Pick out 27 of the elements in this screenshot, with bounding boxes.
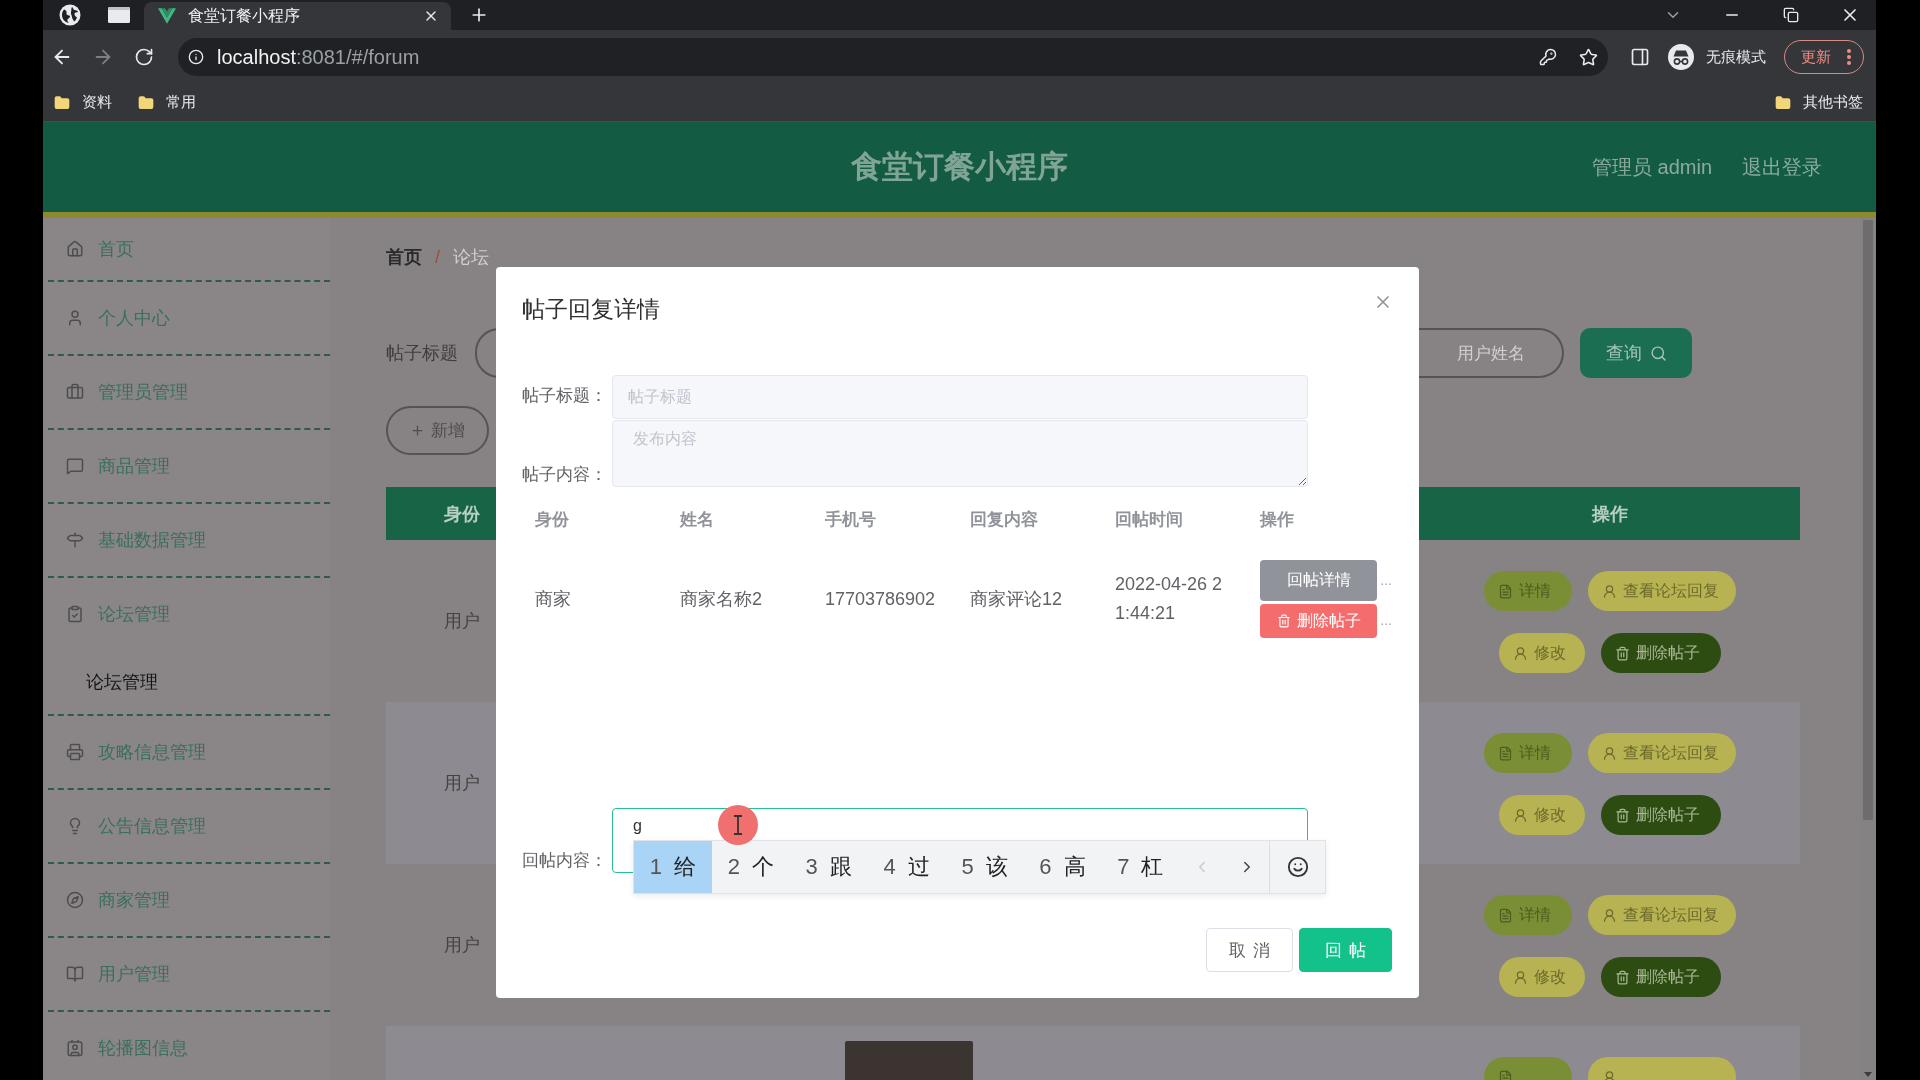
- table-header-cell-text: 回复内容: [969, 508, 1039, 531]
- table-cell-text: 用户: [444, 610, 480, 633]
- table-header-cell-text: 身份: [534, 508, 570, 531]
- app-title: 食堂订餐小程序: [851, 148, 1068, 186]
- table-header-cell-text: 姓名: [678, 508, 715, 531]
- field-label: 帖子标题：: [522, 386, 608, 407]
- table-header-cell-text: 手机号: [824, 508, 877, 531]
- table-cell-text: 用户: [444, 934, 480, 957]
- breadcrumb-separator: /: [435, 246, 440, 268]
- overflow-ellipsis: …: [1380, 614, 1392, 628]
- table-header-cell-text: 回帖时间: [1114, 508, 1184, 531]
- overflow-ellipsis: …: [1380, 573, 1392, 588]
- search-label: 帖子标题: [386, 342, 458, 365]
- user-label: 管理员 admin: [1591, 154, 1712, 180]
- table-cell-text: 商家评论12: [970, 587, 1064, 611]
- breadcrumb-current: 论坛: [453, 246, 489, 269]
- table-cell-text: 商家名称2: [680, 587, 763, 611]
- table-header-cell-text: 身份: [444, 502, 480, 526]
- table-cell-text: 17703786902: [825, 587, 937, 611]
- dialog-title: 帖子回复详情: [522, 295, 660, 324]
- table-header-cell-text: 操作: [1591, 502, 1628, 526]
- table-header-cell-text: 操作: [1258, 508, 1295, 531]
- table-cell-text: 商家: [535, 587, 572, 611]
- table-cell-text: 用户: [444, 772, 480, 795]
- field-label: 回帖内容：: [522, 851, 608, 872]
- field-label: 帖子内容：: [522, 465, 608, 486]
- table-cell-text: 2022-04-26 21:44:21: [1115, 573, 1224, 625]
